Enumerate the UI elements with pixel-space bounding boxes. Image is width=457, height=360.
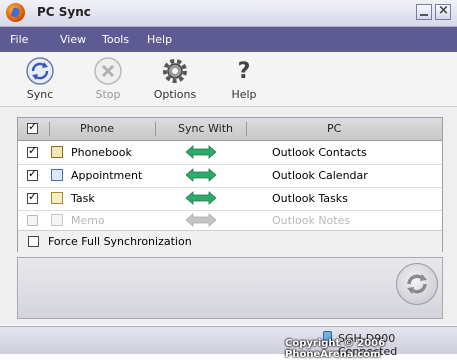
table-row[interactable]: Phonebook Outlook Contacts <box>18 141 442 165</box>
row-checkbox[interactable] <box>27 167 38 181</box>
stop-button[interactable]: Stop <box>88 56 128 101</box>
menu-tools[interactable]: Tools <box>102 33 129 46</box>
sync-arrow-icon <box>186 168 216 182</box>
select-all-checkbox[interactable] <box>27 120 38 134</box>
memo-icon <box>51 214 63 226</box>
pc-item-name: Outlook Contacts <box>272 146 367 159</box>
sync-button[interactable]: Sync <box>20 56 60 101</box>
header-divider <box>246 122 247 136</box>
calendar-icon <box>51 169 63 181</box>
force-sync-checkbox[interactable] <box>28 236 39 247</box>
pc-item-name: Outlook Calendar <box>272 169 368 182</box>
minimize-button[interactable] <box>416 4 432 20</box>
options-button[interactable]: Options <box>152 56 198 101</box>
stop-icon <box>94 57 122 85</box>
watermark: Copyright © 2006 PhoneArena.com <box>285 338 386 360</box>
phonebook-icon <box>51 146 63 158</box>
refresh-icon <box>407 274 427 294</box>
sync-arrow-icon <box>186 191 216 205</box>
phone-item-name: Memo <box>71 214 105 227</box>
sync-label: Sync <box>26 88 54 101</box>
header-divider <box>49 122 50 136</box>
title-bar: PC Sync × <box>0 0 457 27</box>
help-icon: ? <box>238 59 251 84</box>
phone-item-name: Phonebook <box>71 146 132 159</box>
row-checkbox[interactable] <box>27 144 38 158</box>
sync-icon <box>26 57 54 85</box>
header-pc: PC <box>327 122 342 135</box>
row-checkbox <box>27 215 38 226</box>
table-row[interactable]: Appointment Outlook Calendar <box>18 164 442 188</box>
close-icon: × <box>438 3 449 18</box>
svg-text:?: ? <box>238 59 251 84</box>
pc-item-name: Outlook Tasks <box>272 192 348 205</box>
table-row[interactable]: Task Outlook Tasks <box>18 187 442 211</box>
row-checkbox[interactable] <box>27 190 38 204</box>
refresh-button[interactable] <box>396 263 438 305</box>
window-title: PC Sync <box>37 5 91 19</box>
help-button[interactable]: ? Help <box>224 56 264 101</box>
table-header: Phone Sync With PC <box>18 118 442 141</box>
app-icon <box>6 3 25 22</box>
menu-bar: File View Tools Help <box>0 27 457 52</box>
menu-help[interactable]: Help <box>147 33 172 46</box>
header-sync-with: Sync With <box>178 122 233 135</box>
menu-view[interactable]: View <box>60 33 86 46</box>
options-label: Options <box>153 88 197 101</box>
progress-panel <box>17 257 443 319</box>
close-button[interactable]: × <box>435 3 451 20</box>
phone-item-name: Task <box>71 192 95 205</box>
force-sync-label: Force Full Synchronization <box>48 235 192 248</box>
sync-list-panel: Phone Sync With PC Phonebook Outlook Con… <box>17 117 443 252</box>
gear-icon <box>163 59 187 83</box>
toolbar: Sync Stop Options ? Help <box>0 52 457 107</box>
table-row: Memo Outlook Notes <box>18 210 442 230</box>
task-icon <box>51 192 63 204</box>
sync-arrow-icon <box>186 213 216 227</box>
force-sync-row[interactable]: Force Full Synchronization <box>18 230 442 252</box>
phone-item-name: Appointment <box>71 169 143 182</box>
header-phone: Phone <box>80 122 115 135</box>
menu-file[interactable]: File <box>10 33 28 46</box>
sync-arrow-icon <box>186 145 216 159</box>
help-label: Help <box>231 88 257 101</box>
stop-label: Stop <box>95 88 121 101</box>
header-divider <box>155 122 156 136</box>
pc-item-name: Outlook Notes <box>272 214 351 227</box>
